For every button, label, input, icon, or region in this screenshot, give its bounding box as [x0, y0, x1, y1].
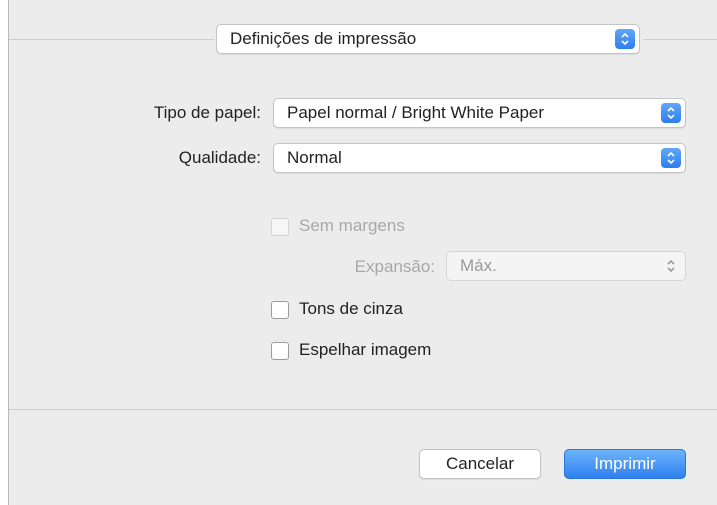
quality-value: Normal: [287, 148, 342, 167]
print-dialog-panel: Definições de impressão Tipo de papel: P…: [8, 0, 717, 505]
grayscale-label: Tons de cinza: [299, 299, 403, 318]
print-button[interactable]: Imprimir: [564, 449, 686, 479]
borderless-label: Sem margens: [299, 216, 405, 235]
quality-popup[interactable]: Normal: [273, 143, 686, 173]
separator-top-left: [9, 39, 214, 40]
popup-stepper-icon: [661, 103, 681, 123]
separator-top-right: [643, 39, 717, 40]
expansion-popup[interactable]: Máx.: [446, 251, 686, 281]
popup-stepper-icon: [615, 29, 635, 49]
section-popup-value: Definições de impressão: [230, 29, 417, 48]
paper-type-popup[interactable]: Papel normal / Bright White Paper: [273, 98, 686, 128]
quality-label: Qualidade:: [178, 148, 261, 167]
mirror-checkbox[interactable]: [271, 342, 289, 360]
borderless-checkbox[interactable]: [271, 218, 289, 236]
expansion-label: Expansão:: [354, 257, 435, 276]
mirror-label: Espelhar imagem: [299, 340, 432, 359]
paper-type-label: Tipo de papel:: [153, 103, 261, 122]
popup-stepper-icon: [661, 148, 681, 168]
grayscale-checkbox[interactable]: [271, 301, 289, 319]
paper-type-value: Papel normal / Bright White Paper: [287, 103, 545, 122]
expansion-value: Máx.: [460, 256, 497, 275]
separator-bottom: [9, 409, 717, 410]
popup-stepper-icon: [661, 256, 681, 276]
section-popup[interactable]: Definições de impressão: [216, 24, 640, 54]
cancel-button[interactable]: Cancelar: [419, 449, 541, 479]
